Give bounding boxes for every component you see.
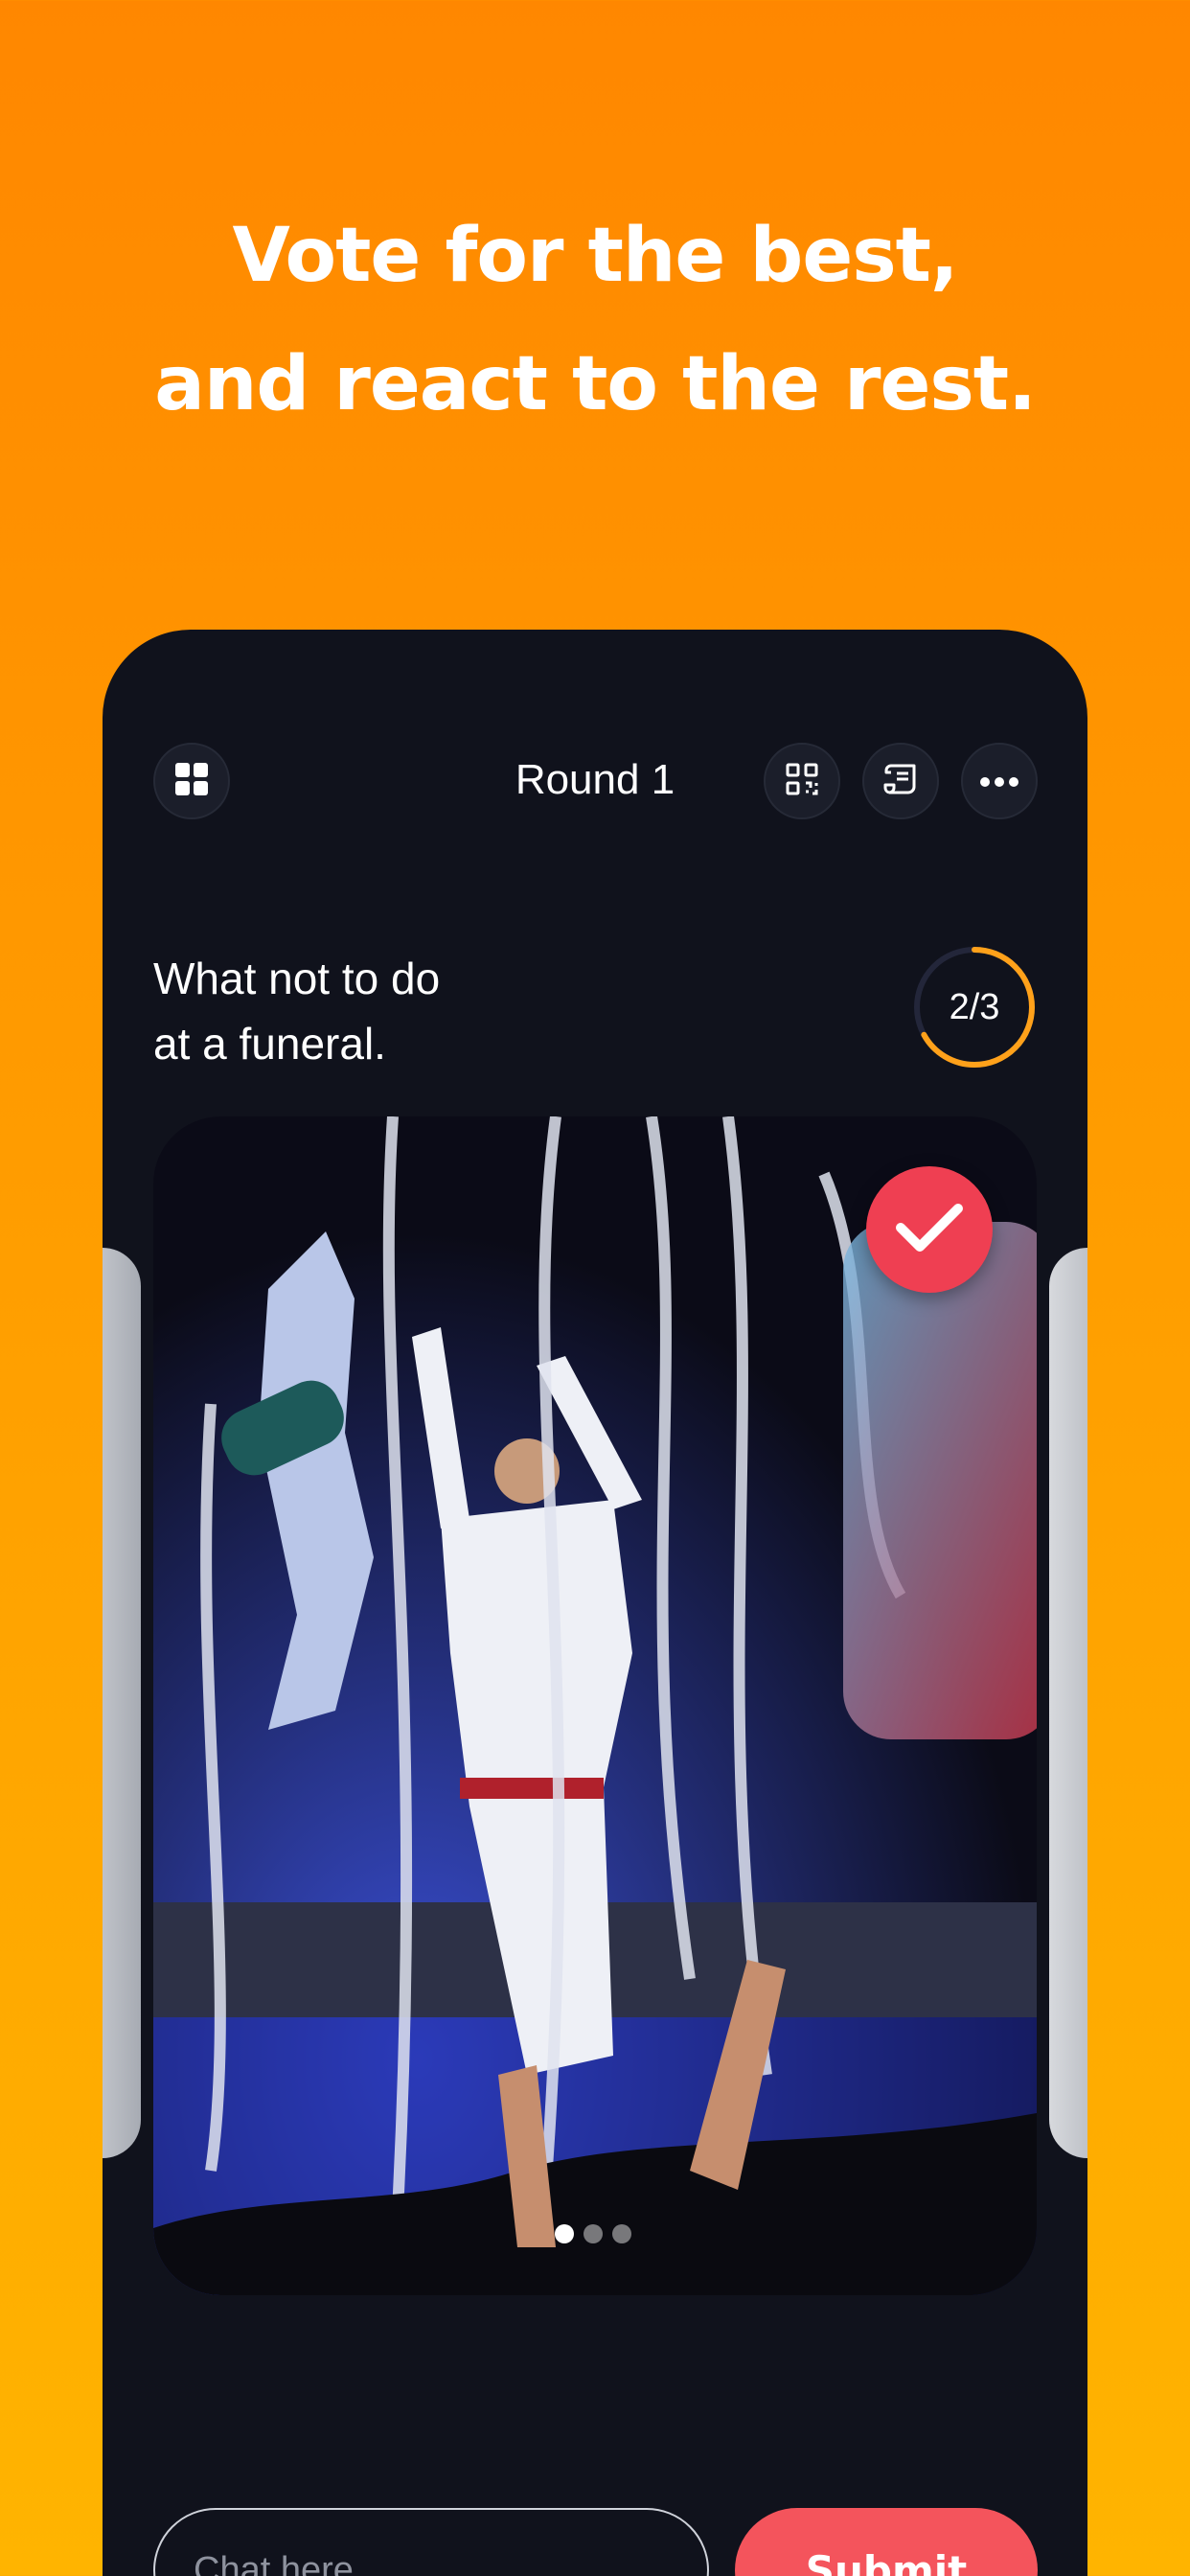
submit-button[interactable]: Submit <box>735 2508 1038 2576</box>
progress-label: 2/3 <box>949 986 1000 1027</box>
prompt-line-2: at a funeral. <box>153 1019 386 1069</box>
qr-code-button[interactable] <box>764 743 840 819</box>
concert-photo <box>153 1116 1037 2295</box>
prompt-line-1: What not to do <box>153 954 441 1003</box>
next-card-peek[interactable] <box>1049 1248 1087 2158</box>
more-icon <box>980 772 1018 791</box>
scroll-icon <box>883 763 918 799</box>
carousel-dot-2[interactable] <box>584 2224 603 2243</box>
carousel-dot-3[interactable] <box>612 2224 631 2243</box>
carousel-dot-1[interactable] <box>555 2224 574 2243</box>
carousel-dots <box>555 2224 631 2243</box>
prompt-text: What not to do at a funeral. <box>153 946 440 1076</box>
phone-screen: Round 1 What not to do at a funeral. 2/3… <box>103 630 1087 2576</box>
selected-check-button[interactable] <box>866 1166 993 1293</box>
qr-code-icon <box>786 763 818 799</box>
rules-button[interactable] <box>862 743 939 819</box>
checkmark-icon <box>895 1201 964 1258</box>
chat-input[interactable] <box>153 2508 709 2576</box>
round-title: Round 1 <box>515 756 675 803</box>
headline: Vote for the best, and react to the rest… <box>0 192 1190 448</box>
top-bar: Round 1 <box>103 630 1087 860</box>
previous-card-peek[interactable] <box>103 1248 141 2158</box>
headline-line-2: and react to the rest. <box>154 341 1036 427</box>
submission-photo[interactable] <box>153 1116 1037 2295</box>
headline-line-1: Vote for the best, <box>232 213 958 299</box>
more-button[interactable] <box>961 743 1038 819</box>
